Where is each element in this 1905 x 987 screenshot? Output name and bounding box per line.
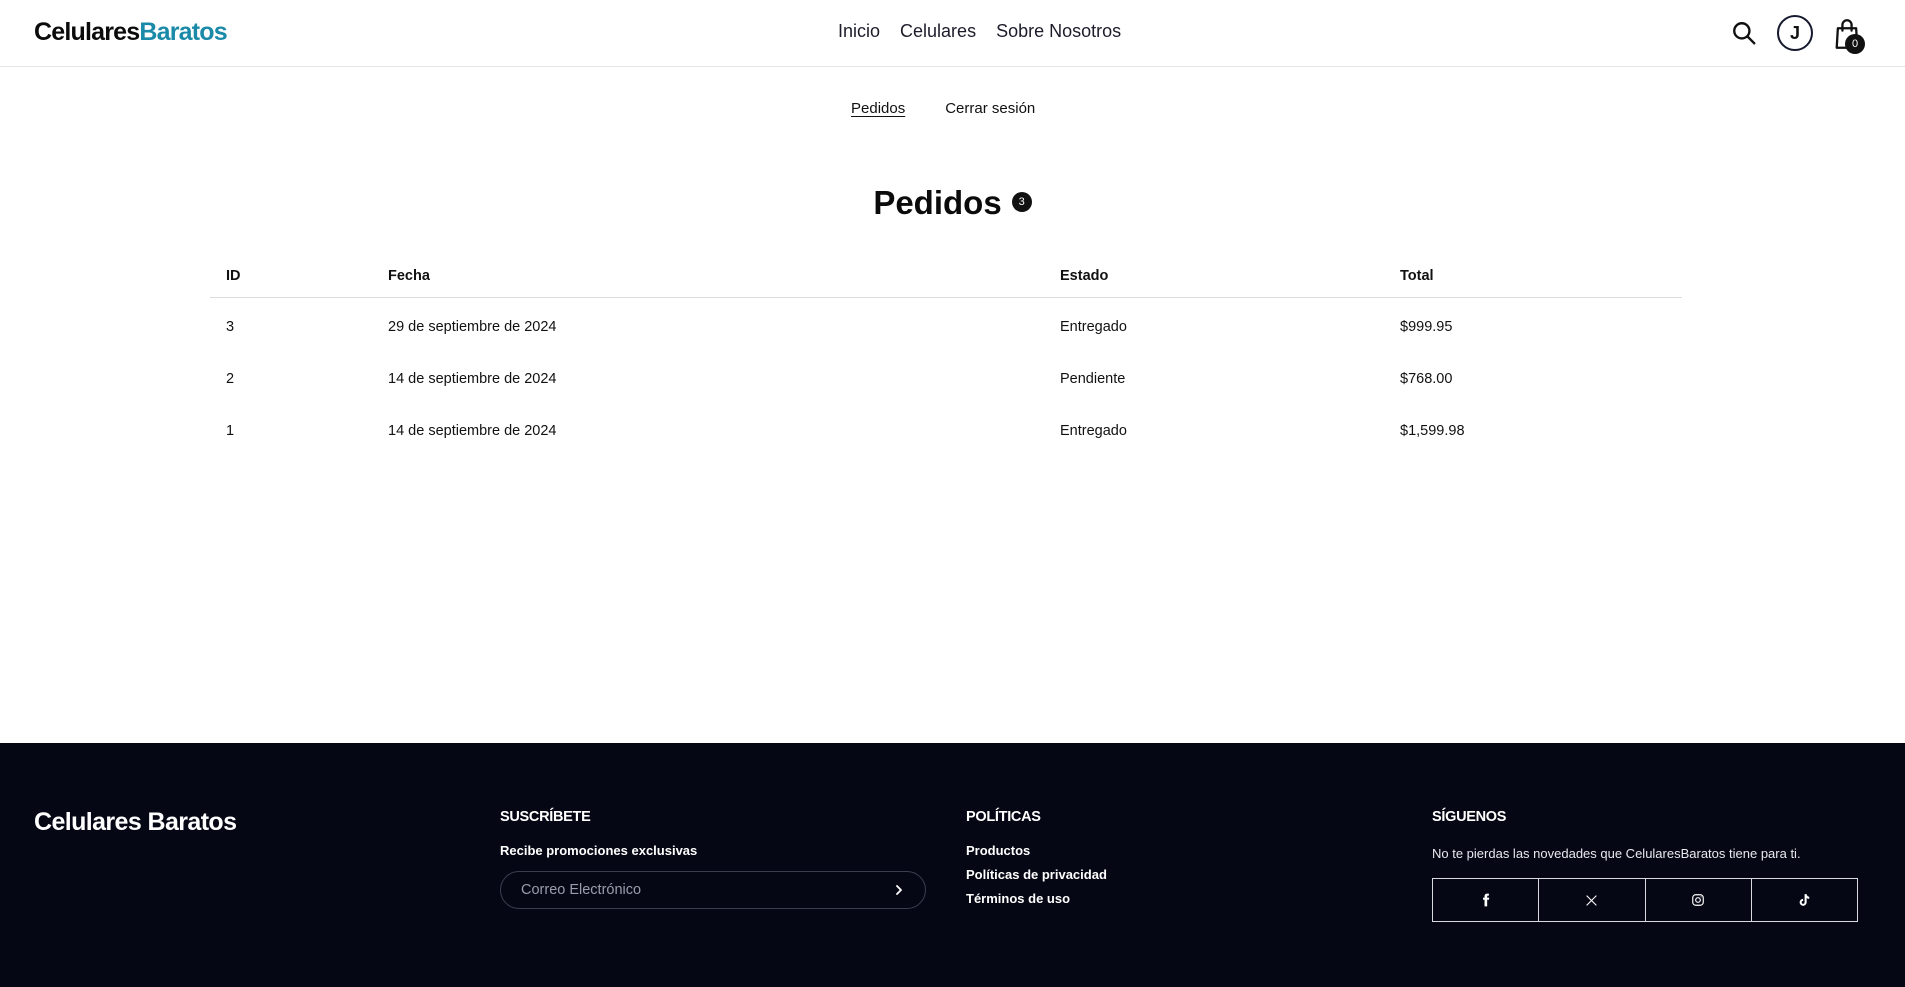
chevron-right-icon[interactable] [893, 884, 905, 896]
main-nav: Inicio Celulares Sobre Nosotros [838, 21, 1121, 42]
site-logo[interactable]: CelularesBaratos [34, 18, 228, 47]
order-status: Pendiente [1060, 371, 1126, 387]
account-nav: Pedidos Cerrar sesión [851, 100, 1035, 117]
page-title-text: Pedidos [873, 184, 1002, 221]
newsletter-form [500, 871, 926, 909]
email-field[interactable] [521, 882, 881, 898]
column-header-id: ID [210, 255, 372, 298]
tiktok-button[interactable] [1752, 879, 1857, 921]
follow-heading: SÍGUENOS [1432, 809, 1507, 825]
orders-table: ID Fecha Estado Total 3 29 de septiembre… [210, 255, 1682, 457]
search-icon[interactable] [1731, 20, 1757, 46]
tiktok-icon [1800, 894, 1810, 906]
footer-link-privacidad[interactable]: Políticas de privacidad [966, 867, 1107, 882]
order-total: $768.00 [1400, 371, 1453, 387]
instagram-button[interactable] [1646, 879, 1752, 921]
social-links [1432, 878, 1858, 922]
table-header-row: ID Fecha Estado Total [210, 255, 1682, 298]
footer-link-productos[interactable]: Productos [966, 843, 1107, 858]
footer-policies: POLÍTICAS Productos Políticas de privaci… [966, 809, 1107, 906]
order-date: 14 de septiembre de 2024 [388, 423, 557, 439]
table-row[interactable]: 3 29 de septiembre de 2024 Entregado $99… [210, 297, 1682, 353]
user-avatar[interactable]: J [1777, 15, 1813, 51]
cart-count-badge: 0 [1845, 34, 1865, 54]
avatar-initial: J [1789, 22, 1800, 43]
follow-text: No te pierdas las novedades que Celulare… [1432, 846, 1801, 861]
column-header-total: Total [1384, 255, 1682, 298]
nav-link-inicio[interactable]: Inicio [838, 21, 880, 42]
order-date: 14 de septiembre de 2024 [388, 371, 557, 387]
nav-link-celulares[interactable]: Celulares [900, 21, 976, 42]
table-row[interactable]: 1 14 de septiembre de 2024 Entregado $1,… [210, 405, 1682, 457]
orders-count-badge: 3 [1011, 192, 1032, 212]
column-header-estado: Estado [1044, 255, 1384, 298]
subscribe-heading: SUSCRÍBETE [500, 809, 591, 825]
order-date: 29 de septiembre de 2024 [388, 319, 557, 336]
footer-subscribe: SUSCRÍBETE Recibe promociones exclusivas [500, 809, 926, 909]
order-total: $999.95 [1400, 319, 1453, 336]
logo-text-primary: Celulares [34, 18, 140, 46]
instagram-icon [1692, 894, 1704, 906]
footer-link-terminos[interactable]: Términos de uso [966, 891, 1107, 906]
policies-heading: POLÍTICAS [966, 809, 1041, 825]
order-id: 1 [226, 423, 235, 439]
page-title-wrap: Pedidos 3 [0, 184, 1905, 222]
x-icon [1586, 894, 1598, 906]
x-button[interactable] [1539, 879, 1646, 921]
order-status: Entregado [1060, 319, 1127, 336]
account-nav-logout[interactable]: Cerrar sesión [945, 100, 1035, 117]
footer-follow: SÍGUENOS No te pierdas las novedades que… [1432, 809, 1858, 922]
nav-link-sobre-nosotros[interactable]: Sobre Nosotros [996, 21, 1121, 42]
facebook-button[interactable] [1433, 879, 1540, 921]
subscribe-subheading: Recibe promociones exclusivas [500, 843, 698, 858]
logo-text-accent: Baratos [139, 18, 227, 46]
account-nav-orders[interactable]: Pedidos [851, 100, 905, 117]
site-header: CelularesBaratos Inicio Celulares Sobre … [0, 0, 1905, 67]
policies-links: Productos Políticas de privacidad Términ… [966, 843, 1107, 906]
table-row[interactable]: 2 14 de septiembre de 2024 Pendiente $76… [210, 353, 1682, 405]
order-status: Entregado [1060, 423, 1127, 439]
order-id: 2 [226, 371, 235, 387]
column-header-fecha: Fecha [372, 255, 1044, 298]
site-footer: Celulares Baratos SUSCRÍBETE Recibe prom… [0, 743, 1905, 987]
order-id: 3 [226, 319, 235, 336]
footer-logo[interactable]: Celulares Baratos [34, 808, 237, 837]
facebook-icon [1482, 893, 1489, 907]
page-title: Pedidos 3 [873, 184, 1032, 222]
order-total: $1,599.98 [1400, 423, 1465, 439]
